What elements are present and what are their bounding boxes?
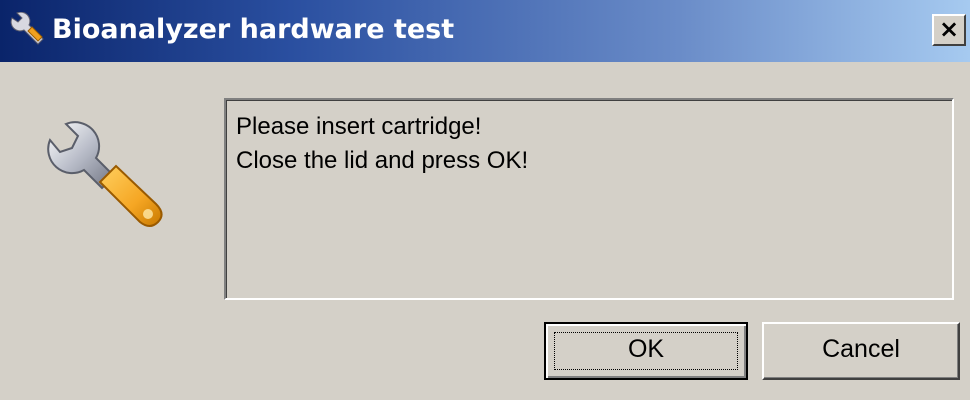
ok-button-label: OK [627,335,665,363]
close-button[interactable]: × [932,14,966,46]
wrench-icon [47,121,163,227]
wrench-icon [10,12,44,45]
dialog-window: Bioanalyzer hardware test × Please inser… [0,0,970,400]
message-line: Close the lid and press OK! [236,147,529,174]
cancel-button-label: Cancel [822,335,900,363]
message-line: Please insert cartridge! [236,113,482,140]
cancel-button[interactable]: Cancel [762,322,960,380]
ok-button[interactable]: OK [544,322,748,380]
message-text-area: Please insert cartridge! Close the lid a… [224,98,954,300]
window-title: Bioanalyzer hardware test [52,14,455,45]
title-bar[interactable]: Bioanalyzer hardware test × [0,0,970,62]
